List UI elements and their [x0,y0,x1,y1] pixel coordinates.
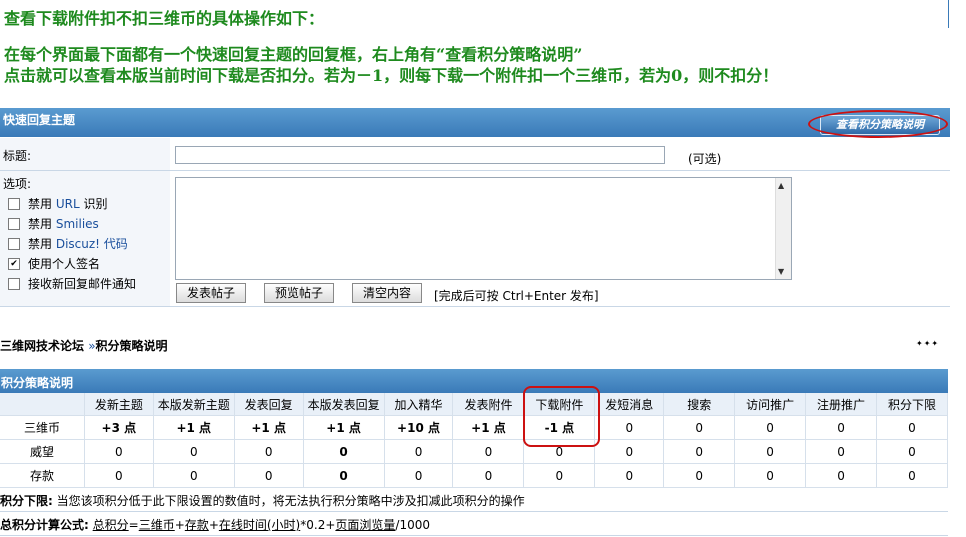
checkbox-checked[interactable]: ✔ [8,257,20,270]
checkbox[interactable] [8,277,20,290]
breadcrumb-separator: » [88,339,96,353]
optional-hint: (可选) [688,152,722,166]
formula-note: 总积分计算公式: 总积分=三维币+存款+在线时间(小时)*0.2+页面浏览量/1… [0,518,430,532]
quick-reply-header: 快速回复主题 查看积分策略说明 [0,108,950,138]
table-header-row: 发新主题 本版发新主题 发表回复 本版发表回复 加入精华 发表附件 下载附件 发… [0,393,949,416]
scroll-down-icon[interactable]: ▼ [778,267,784,276]
option-disable-url[interactable]: 禁用 URL 识别 [8,195,108,212]
title-label: 标题: [3,149,32,163]
title-input[interactable] [175,146,665,164]
highlight-ellipse [808,110,948,138]
scrollbar-edge [948,0,949,28]
instruction-line-1: 查看下载附件扣不扣三维币的具体操作如下： [4,9,325,28]
submit-hint: [完成后可按 Ctrl+Enter 发布] [434,289,599,303]
breadcrumb: 三维网技术论坛 »积分策略说明 [0,337,168,354]
clear-button[interactable]: 清空内容 [352,283,422,303]
instruction-line-3: 点击就可以查看本版当前时间下载是否扣分。若为－1，则每下载一个附件扣一个三维币，… [4,66,779,85]
options-label: 选项: [3,177,32,191]
download-highlight-box [523,386,600,447]
lower-limit-note: 积分下限: 当您该项积分低于此下限设置的数值时，将无法执行积分策略中涉及扣减此项… [0,494,525,508]
option-disable-smilies[interactable]: 禁用 Smilies [8,215,99,232]
table-row: 存款 0 0 0 0 0 0 0 0 0 0 0 0 [0,463,949,488]
policy-table: 发新主题 本版发新主题 发表回复 本版发表回复 加入精华 发表附件 下载附件 发… [0,393,949,488]
policy-title: 积分策略说明 [1,376,74,390]
option-email-notify[interactable]: 接收新回复邮件通知 [8,275,136,292]
breadcrumb-current: 积分策略说明 [95,339,168,353]
policy-header: 积分策略说明 [0,369,948,393]
checkbox[interactable] [8,197,20,210]
option-use-signature[interactable]: ✔ 使用个人签名 [8,255,100,272]
checkbox[interactable] [8,237,20,250]
checkbox[interactable] [8,217,20,230]
quick-reply-title: 快速回复主题 [3,113,76,127]
breadcrumb-forum-link[interactable]: 三维网技术论坛 [0,339,84,353]
more-icon[interactable]: ✦✦✦ [916,339,939,348]
scroll-up-icon[interactable]: ▲ [778,181,784,190]
textarea-scrollbar[interactable]: ▲ ▼ [775,178,791,279]
table-row: 威望 0 0 0 0 0 0 0 0 0 0 0 0 [0,439,949,464]
preview-button[interactable]: 预览帖子 [264,283,334,303]
table-row: 三维币 +3 点 +1 点 +1 点 +1 点 +10 点 +1 点 -1 点 … [0,415,949,440]
post-button[interactable]: 发表帖子 [176,283,246,303]
message-textarea[interactable]: ▲ ▼ [175,177,792,280]
option-disable-discuz-code[interactable]: 禁用 Discuz! 代码 [8,235,128,252]
